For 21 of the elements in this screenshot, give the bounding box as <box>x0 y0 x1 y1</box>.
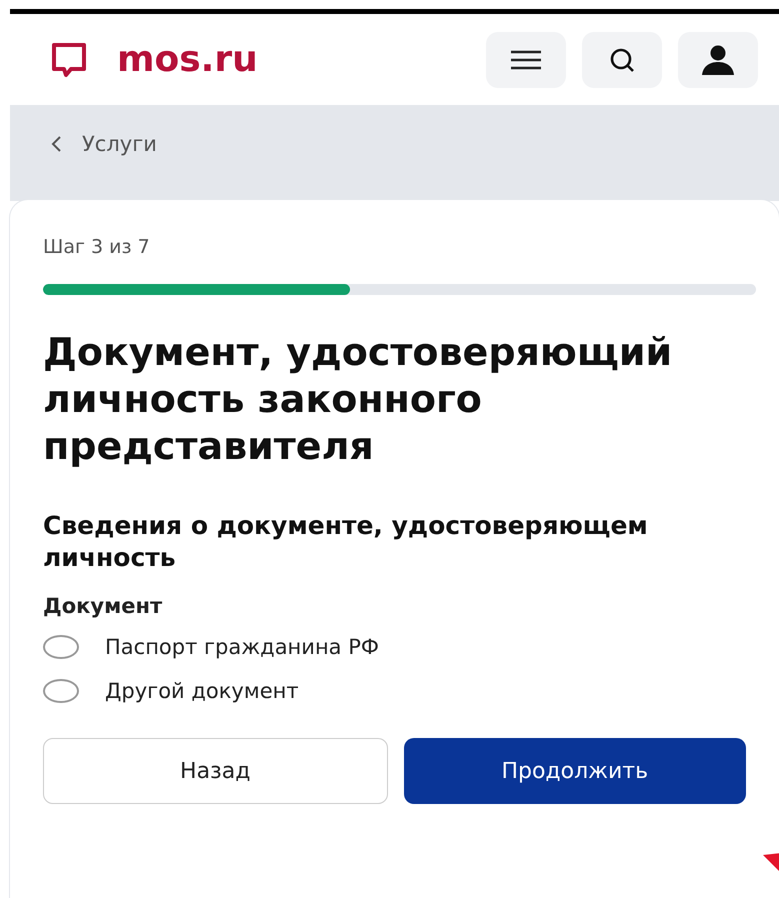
radio-button[interactable] <box>43 635 79 659</box>
radio-option[interactable]: Другой документ <box>43 676 756 706</box>
field-label: Документ <box>43 594 164 618</box>
logo-text[interactable]: mos.ru <box>117 39 258 80</box>
section-title: Сведения о документе, удостоверяющем личность <box>43 510 649 574</box>
chevron-left-icon <box>50 135 62 153</box>
back-link[interactable]: Услуги <box>50 132 157 156</box>
person-icon <box>700 44 736 74</box>
speech-bubble-icon <box>51 42 87 78</box>
search-icon <box>609 46 635 72</box>
menu-icon <box>510 50 542 70</box>
menu-button[interactable] <box>486 32 566 88</box>
search-button[interactable] <box>582 32 662 88</box>
page-title: Документ, удостоверяющий личность законного представителя <box>43 329 674 470</box>
continue-button[interactable]: Продолжить <box>404 738 746 804</box>
radio-button[interactable] <box>43 679 79 703</box>
radio-option[interactable]: Паспорт гражданина РФ <box>43 632 756 662</box>
back-button[interactable]: Назад <box>43 738 388 804</box>
profile-button[interactable] <box>678 32 758 88</box>
pointer-arrow-icon <box>763 853 779 873</box>
step-counter: Шаг 3 из 7 <box>43 236 151 258</box>
